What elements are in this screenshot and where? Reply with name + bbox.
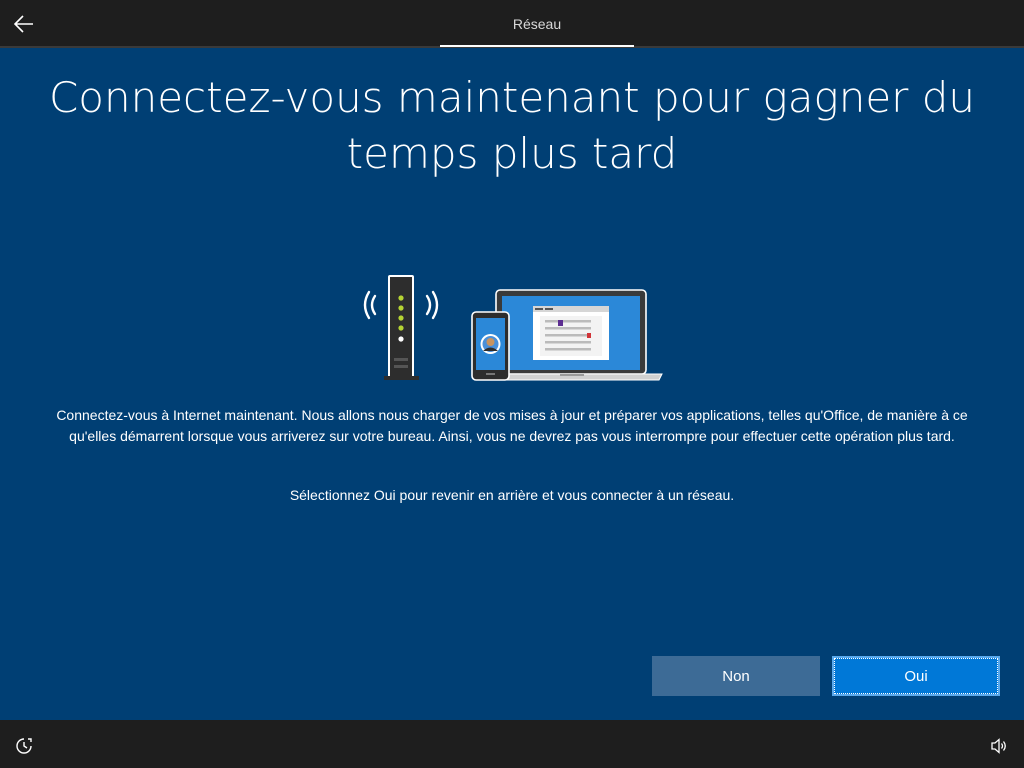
laptop-icon [486, 289, 663, 381]
router-icon [384, 275, 419, 380]
description-text: Connectez-vous à Internet maintenant. No… [56, 407, 968, 444]
wifi-waves-left-icon [363, 290, 377, 320]
step-tab-network: Réseau [440, 0, 634, 48]
top-bar: Réseau [0, 0, 1024, 48]
volume-icon [991, 738, 1006, 754]
page-title: Connectez-vous maintenant pour gagner du… [48, 73, 976, 178]
no-button[interactable]: Non [652, 656, 820, 696]
back-arrow-icon [14, 15, 33, 33]
instruction-text: Sélectionnez Oui pour revenir en arrière… [289, 487, 735, 503]
step-tab-label: Réseau [512, 16, 562, 32]
active-step-indicator [440, 45, 634, 47]
no-button-label: Non [722, 667, 750, 685]
volume-button[interactable] [985, 732, 1013, 760]
phone-icon [471, 311, 510, 381]
ease-of-access-button[interactable] [10, 732, 38, 760]
router-devices-illustration [363, 275, 663, 381]
bottom-bar [0, 720, 1024, 768]
yes-button[interactable]: Oui [832, 656, 1000, 696]
back-button[interactable] [8, 8, 40, 40]
wifi-waves-right-icon [425, 290, 439, 320]
ease-of-access-icon [16, 738, 32, 754]
yes-button-label: Oui [904, 667, 928, 685]
